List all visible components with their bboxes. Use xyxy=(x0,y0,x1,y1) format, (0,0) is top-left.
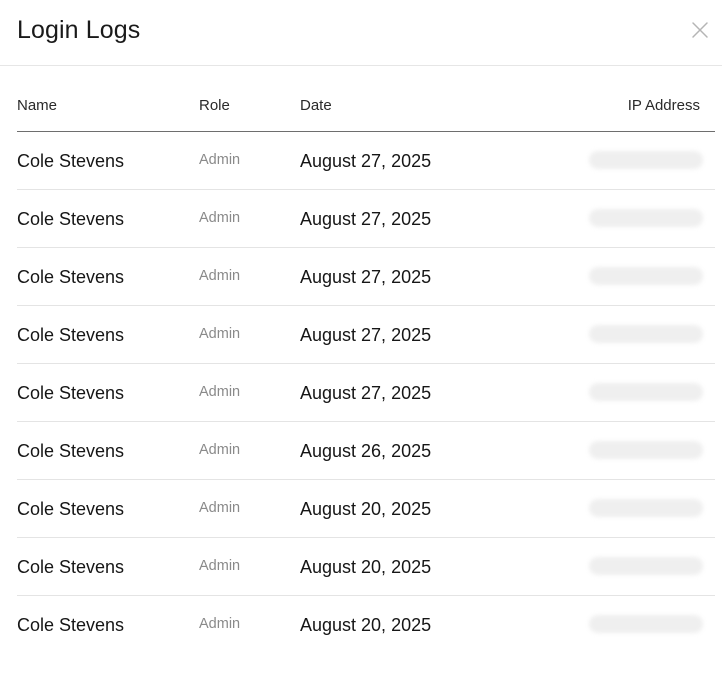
cell-date: August 20, 2025 xyxy=(300,557,432,577)
redacted-ip-blur xyxy=(589,267,703,285)
table-row: Cole Stevens Admin August 20, 2025 xyxy=(17,596,715,654)
cell-ip-address-redacted xyxy=(589,383,703,401)
redacted-ip-blur xyxy=(589,325,703,343)
column-header-role: Role xyxy=(199,97,230,114)
cell-role: Admin xyxy=(199,268,241,284)
cell-date: August 26, 2025 xyxy=(300,441,432,461)
cell-name: Cole Stevens xyxy=(17,557,125,577)
table-body: Cole Stevens Admin August 27, 2025 Cole Ste… xyxy=(17,132,715,654)
cell-ip-address-redacted xyxy=(589,615,703,633)
table-row: Cole Stevens Admin August 27, 2025 xyxy=(17,248,715,306)
cell-ip-address-redacted xyxy=(589,325,703,343)
close-icon[interactable] xyxy=(690,20,710,40)
cell-ip-address-redacted xyxy=(589,151,703,169)
cell-date: August 20, 2025 xyxy=(300,615,432,635)
redacted-ip-blur xyxy=(589,615,703,633)
cell-role: Admin xyxy=(199,210,241,226)
column-header-date: Date xyxy=(300,97,332,114)
cell-name: Cole Stevens xyxy=(17,151,125,171)
modal-title: Login Logs xyxy=(17,16,141,44)
cell-ip-address-redacted xyxy=(589,209,703,227)
cell-date: August 20, 2025 xyxy=(300,499,432,519)
column-header-name: Name xyxy=(17,97,58,114)
redacted-ip-blur xyxy=(589,151,703,169)
cell-ip-address-redacted xyxy=(589,267,703,285)
table-row: Cole Stevens Admin August 27, 2025 xyxy=(17,190,715,248)
cell-ip-address-redacted xyxy=(589,557,703,575)
cell-name: Cole Stevens xyxy=(17,615,125,635)
cell-ip-address-redacted xyxy=(589,441,703,459)
cell-name: Cole Stevens xyxy=(17,441,125,461)
login-logs-modal: Login Logs Name Role Date IP Address Col… xyxy=(0,0,722,676)
cell-name: Cole Stevens xyxy=(17,209,125,229)
cell-date: August 27, 2025 xyxy=(300,267,432,287)
table-row: Cole Stevens Admin August 27, 2025 xyxy=(17,364,715,422)
table-row: Cole Stevens Admin August 20, 2025 xyxy=(17,480,715,538)
cell-role: Admin xyxy=(199,326,241,342)
cell-role: Admin xyxy=(199,384,241,400)
table-row: Cole Stevens Admin August 20, 2025 xyxy=(17,538,715,596)
table-header: Name Role Date IP Address xyxy=(17,80,715,132)
cell-role: Admin xyxy=(199,558,241,574)
cell-date: August 27, 2025 xyxy=(300,209,432,229)
modal-header: Login Logs xyxy=(0,0,722,66)
redacted-ip-blur xyxy=(589,209,703,227)
cell-role: Admin xyxy=(199,500,241,516)
redacted-ip-blur xyxy=(589,383,703,401)
cell-date: August 27, 2025 xyxy=(300,325,432,345)
cell-name: Cole Stevens xyxy=(17,383,125,403)
redacted-ip-blur xyxy=(589,557,703,575)
table-row: Cole Stevens Admin August 27, 2025 xyxy=(17,132,715,190)
cell-role: Admin xyxy=(199,152,241,168)
table-row: Cole Stevens Admin August 26, 2025 xyxy=(17,422,715,480)
column-header-ip-address: IP Address xyxy=(627,97,700,114)
cell-name: Cole Stevens xyxy=(17,499,125,519)
redacted-ip-blur xyxy=(589,499,703,517)
redacted-ip-blur xyxy=(589,441,703,459)
cell-name: Cole Stevens xyxy=(17,325,125,345)
cell-ip-address-redacted xyxy=(589,499,703,517)
cell-role: Admin xyxy=(199,616,241,632)
login-logs-table: Name Role Date IP Address Cole Stevens Ad… xyxy=(17,80,715,654)
cell-date: August 27, 2025 xyxy=(300,151,432,171)
cell-date: August 27, 2025 xyxy=(300,383,432,403)
table-row: Cole Stevens Admin August 27, 2025 xyxy=(17,306,715,364)
cell-name: Cole Stevens xyxy=(17,267,125,287)
cell-role: Admin xyxy=(199,442,241,458)
